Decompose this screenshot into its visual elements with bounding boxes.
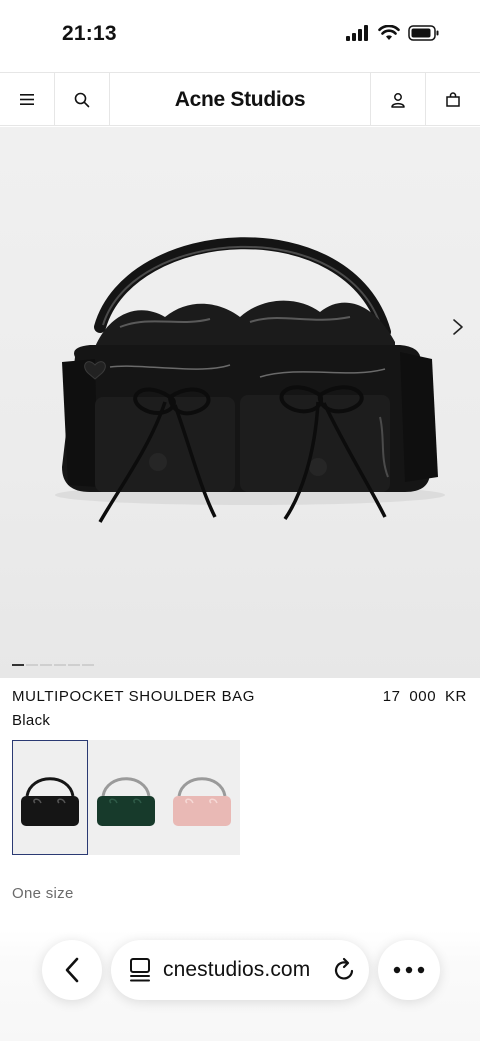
gallery-page-indicator[interactable]	[68, 664, 80, 666]
battery-icon	[408, 25, 439, 41]
status-icons	[346, 25, 440, 41]
shopping-bag-button[interactable]	[425, 73, 480, 126]
swatch-pink-image	[165, 741, 239, 854]
size-label[interactable]: One size	[12, 885, 74, 902]
swatch-pink[interactable]	[164, 740, 240, 855]
gallery-page-indicator[interactable]	[26, 664, 38, 666]
gallery-next-button[interactable]	[446, 315, 470, 339]
account-button[interactable]	[370, 73, 425, 126]
back-button[interactable]	[42, 940, 102, 1000]
swatch-green-image	[89, 741, 163, 854]
chevron-right-icon	[453, 319, 463, 335]
browser-toolbar: cnestudios.com	[0, 930, 480, 1041]
chevron-left-icon	[65, 957, 79, 983]
address-bar[interactable]: cnestudios.com	[111, 940, 369, 1000]
url-text[interactable]: cnestudios.com	[163, 958, 323, 982]
status-time: 21:13	[62, 22, 117, 45]
gallery-page-indicator[interactable]	[12, 664, 24, 666]
site-header: Acne Studios	[0, 72, 480, 126]
reload-icon[interactable]	[333, 957, 357, 983]
user-icon	[391, 92, 405, 108]
more-icon	[393, 966, 425, 974]
product-price: 17 000 KR	[382, 688, 467, 705]
search-button[interactable]	[55, 73, 110, 126]
product-image[interactable]	[0, 127, 480, 678]
product-name: MULTIPOCKET SHOULDER BAG	[12, 688, 256, 705]
status-bar: 21:13	[0, 0, 480, 72]
product-color-name: Black	[12, 712, 51, 729]
wifi-icon	[378, 25, 400, 40]
tabs-icon	[130, 958, 150, 982]
more-button[interactable]	[378, 940, 440, 1000]
shopping-bag-icon	[446, 91, 460, 107]
gallery-page-indicator[interactable]	[54, 664, 66, 666]
gallery-page-indicator[interactable]	[82, 664, 94, 666]
swatch-green[interactable]	[88, 740, 164, 855]
menu-button[interactable]	[0, 73, 55, 126]
swatch-black[interactable]	[12, 740, 88, 855]
search-icon	[74, 92, 90, 107]
site-logo[interactable]: Acne Studios	[110, 73, 370, 126]
swatch-black-image	[13, 741, 87, 854]
hamburger-icon	[20, 94, 34, 105]
gallery-page-indicator[interactable]	[40, 664, 52, 666]
gallery-pager	[12, 664, 94, 666]
product-gallery[interactable]	[0, 127, 480, 678]
color-swatches	[12, 740, 240, 855]
cellular-signal-icon	[346, 25, 368, 41]
